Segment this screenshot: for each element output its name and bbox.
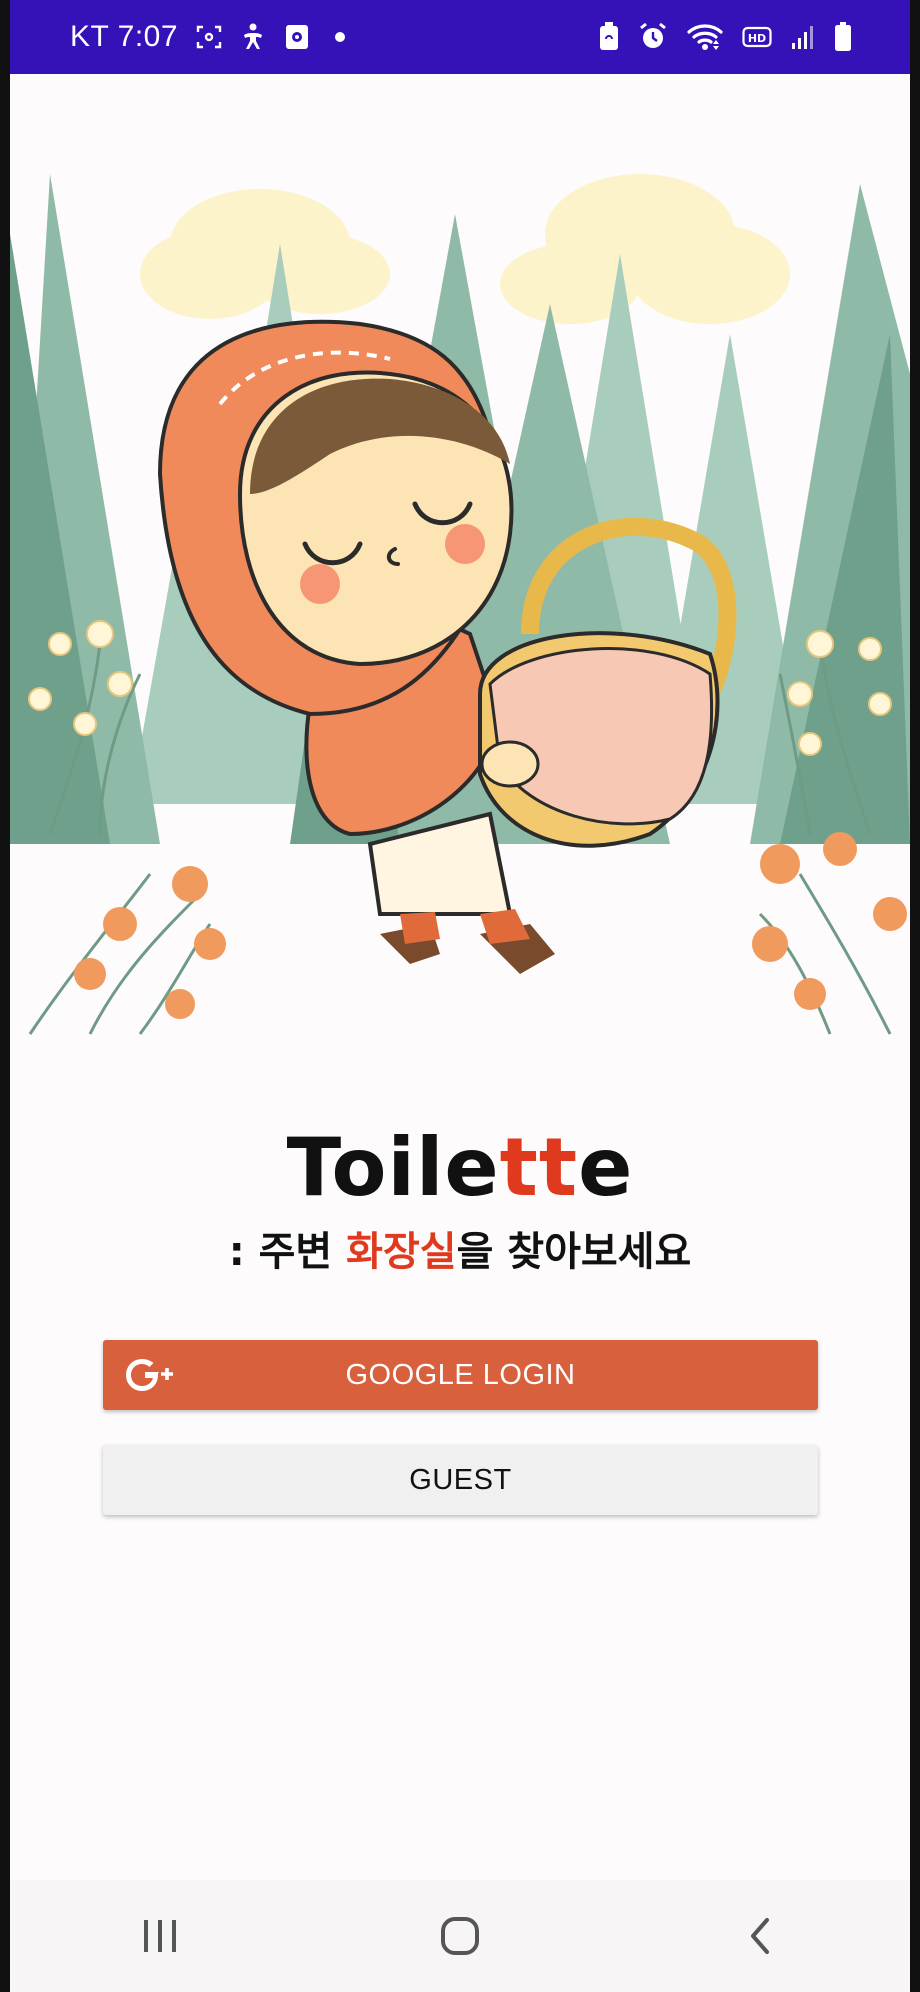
app-title-accent: tt [499,1121,579,1214]
guest-button[interactable]: GUEST [103,1445,818,1515]
little-red-riding-hood-illustration [10,74,910,1041]
google-plus-icon [125,1354,177,1404]
subtitle-suffix: 을 찾아보세요 [456,1229,692,1275]
hd-voice-icon: HD [742,24,772,50]
google-login-button[interactable]: GOOGLE LOGIN [103,1340,818,1410]
guest-label: GUEST [409,1463,512,1496]
signal-icon [790,23,816,51]
alarm-icon [638,22,668,52]
clock-label: 7:07 [117,20,179,53]
app-subtitle: : 주변 화장실을 찾아보세요 [10,1230,910,1274]
home-icon[interactable] [420,1896,500,1976]
device-frame-left [0,0,10,1992]
system-nav-bar [10,1880,910,1992]
app-title: Toilette [10,1128,910,1208]
battery-saver-icon [598,22,620,52]
carrier-label: KT [70,20,109,53]
title-block: Toilette : 주변 화장실을 찾아보세요 [10,1128,910,1275]
wifi-icon [686,22,724,52]
status-time: KT 7:07 [70,20,178,54]
battery-icon [834,22,852,52]
notification-dot-icon [328,25,352,49]
status-bar: KT 7:07 HD [10,0,910,74]
device-frame-right [910,0,920,1992]
media-icon [284,23,310,51]
accessibility-icon [240,23,266,51]
subtitle-prefix: : 주변 [228,1229,347,1275]
hd-label: HD [748,32,766,45]
app-title-end: e [578,1121,634,1214]
back-icon[interactable] [720,1896,800,1976]
recent-apps-icon[interactable] [120,1896,200,1976]
screenshot-icon [196,24,222,50]
app-title-main: Toile [286,1121,500,1214]
subtitle-accent: 화장실 [346,1229,457,1275]
status-bar-left: KT 7:07 [70,20,352,54]
google-login-label: GOOGLE LOGIN [345,1358,576,1391]
status-bar-right: HD [598,22,852,52]
